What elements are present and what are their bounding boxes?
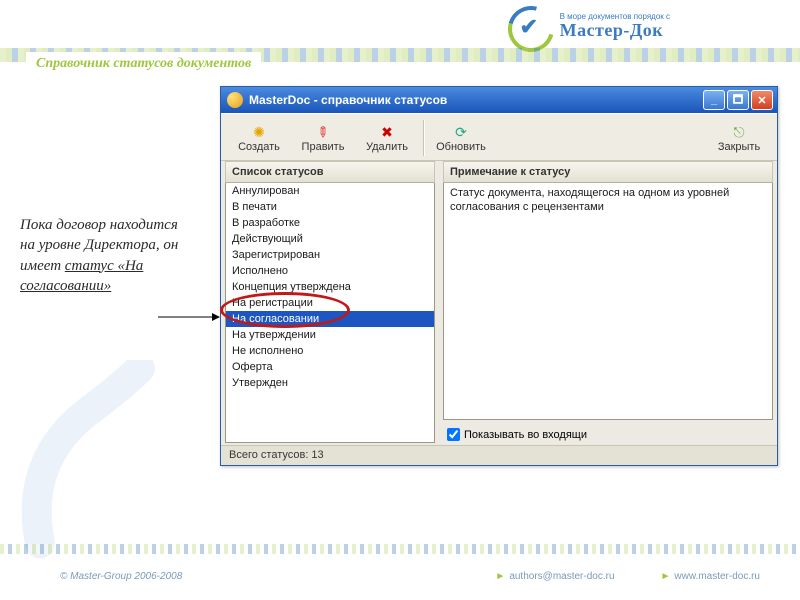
delete-button[interactable]: ✖ Удалить — [355, 117, 419, 159]
close-label: Закрыть — [718, 141, 760, 153]
copyright: © Master-Group 2006-2008 — [60, 571, 182, 582]
logo-check-icon: ✔ — [520, 14, 538, 40]
show-in-inbox-checkbox[interactable]: Показывать во входящи — [443, 426, 773, 443]
status-item[interactable]: Концепция утверждена — [226, 279, 434, 295]
status-item[interactable]: Зарегистрирован — [226, 247, 434, 263]
refresh-button[interactable]: ⟳ Обновить — [429, 117, 493, 159]
refresh-label: Обновить — [436, 141, 486, 153]
titlebar[interactable]: MasterDoc - справочник статусов _ 🗖 ✕ — [221, 87, 777, 113]
status-item[interactable]: Не исполнено — [226, 343, 434, 359]
footer: © Master-Group 2006-2008 ►authors@master… — [0, 560, 800, 592]
status-item[interactable]: Исполнено — [226, 263, 434, 279]
status-item[interactable]: Действующий — [226, 231, 434, 247]
window-close-button[interactable]: ✕ — [751, 90, 773, 110]
annotation-text: Пока договор находится на уровне Директо… — [20, 215, 185, 296]
sun-icon: ✺ — [253, 123, 265, 141]
edit-button[interactable]: ✎ Править — [291, 117, 355, 159]
remark-text[interactable]: Статус документа, находящегося на одном … — [443, 183, 773, 420]
status-item[interactable]: Аннулирован — [226, 183, 434, 199]
brand-name: Мастер-Док — [560, 21, 670, 39]
arrow-icon: ► — [661, 571, 671, 582]
x-icon: ✖ — [381, 123, 393, 141]
delete-label: Удалить — [366, 141, 408, 153]
edit-label: Править — [302, 141, 345, 153]
dialog-window: MasterDoc - справочник статусов _ 🗖 ✕ ✺ … — [220, 86, 778, 466]
remark-header: Примечание к статусу — [443, 161, 773, 183]
status-item[interactable]: Оферта — [226, 359, 434, 375]
toolbar: ✺ Создать ✎ Править ✖ Удалить ⟳ Обновить… — [221, 113, 777, 161]
logo-swoosh-icon: ✔ — [504, 6, 554, 46]
statusbar: Всего статусов: 13 — [221, 445, 777, 465]
status-item[interactable]: Утвержден — [226, 375, 434, 391]
status-listbox[interactable]: АннулированВ печатиВ разработкеДействующ… — [225, 183, 435, 443]
status-item[interactable]: На согласовании — [226, 311, 434, 327]
maximize-button[interactable]: 🗖 — [727, 90, 749, 110]
arrow-icon: ► — [495, 571, 505, 582]
toolbar-separator — [423, 120, 425, 156]
watermark-icon — [0, 360, 180, 560]
footer-ribbon — [0, 544, 800, 554]
create-button[interactable]: ✺ Создать — [227, 117, 291, 159]
footer-site: ►www.master-doc.ru — [645, 571, 760, 582]
status-item[interactable]: В печати — [226, 199, 434, 215]
app-icon — [227, 92, 243, 108]
create-label: Создать — [238, 141, 280, 153]
status-item[interactable]: На утверждении — [226, 327, 434, 343]
pencil-icon: ✎ — [312, 121, 333, 142]
brand-logo: ✔ В море документов порядок с Мастер-Док — [504, 6, 670, 46]
titlebar-text: MasterDoc - справочник статусов — [249, 93, 703, 107]
footer-email: ►authors@master-doc.ru — [479, 571, 614, 582]
status-item[interactable]: В разработке — [226, 215, 434, 231]
minimize-button[interactable]: _ — [703, 90, 725, 110]
pointer-arrow-icon — [158, 312, 220, 314]
show-in-inbox-label: Показывать во входящи — [464, 429, 587, 441]
show-in-inbox-input[interactable] — [447, 428, 460, 441]
refresh-icon: ⟳ — [455, 123, 467, 141]
door-icon: ⎋ — [733, 123, 744, 141]
status-item[interactable]: На регистрации — [226, 295, 434, 311]
status-list-header: Список статусов — [225, 161, 435, 183]
close-button[interactable]: ⎋ Закрыть — [707, 117, 771, 159]
page-title: Справочник статусов документов — [36, 56, 251, 72]
